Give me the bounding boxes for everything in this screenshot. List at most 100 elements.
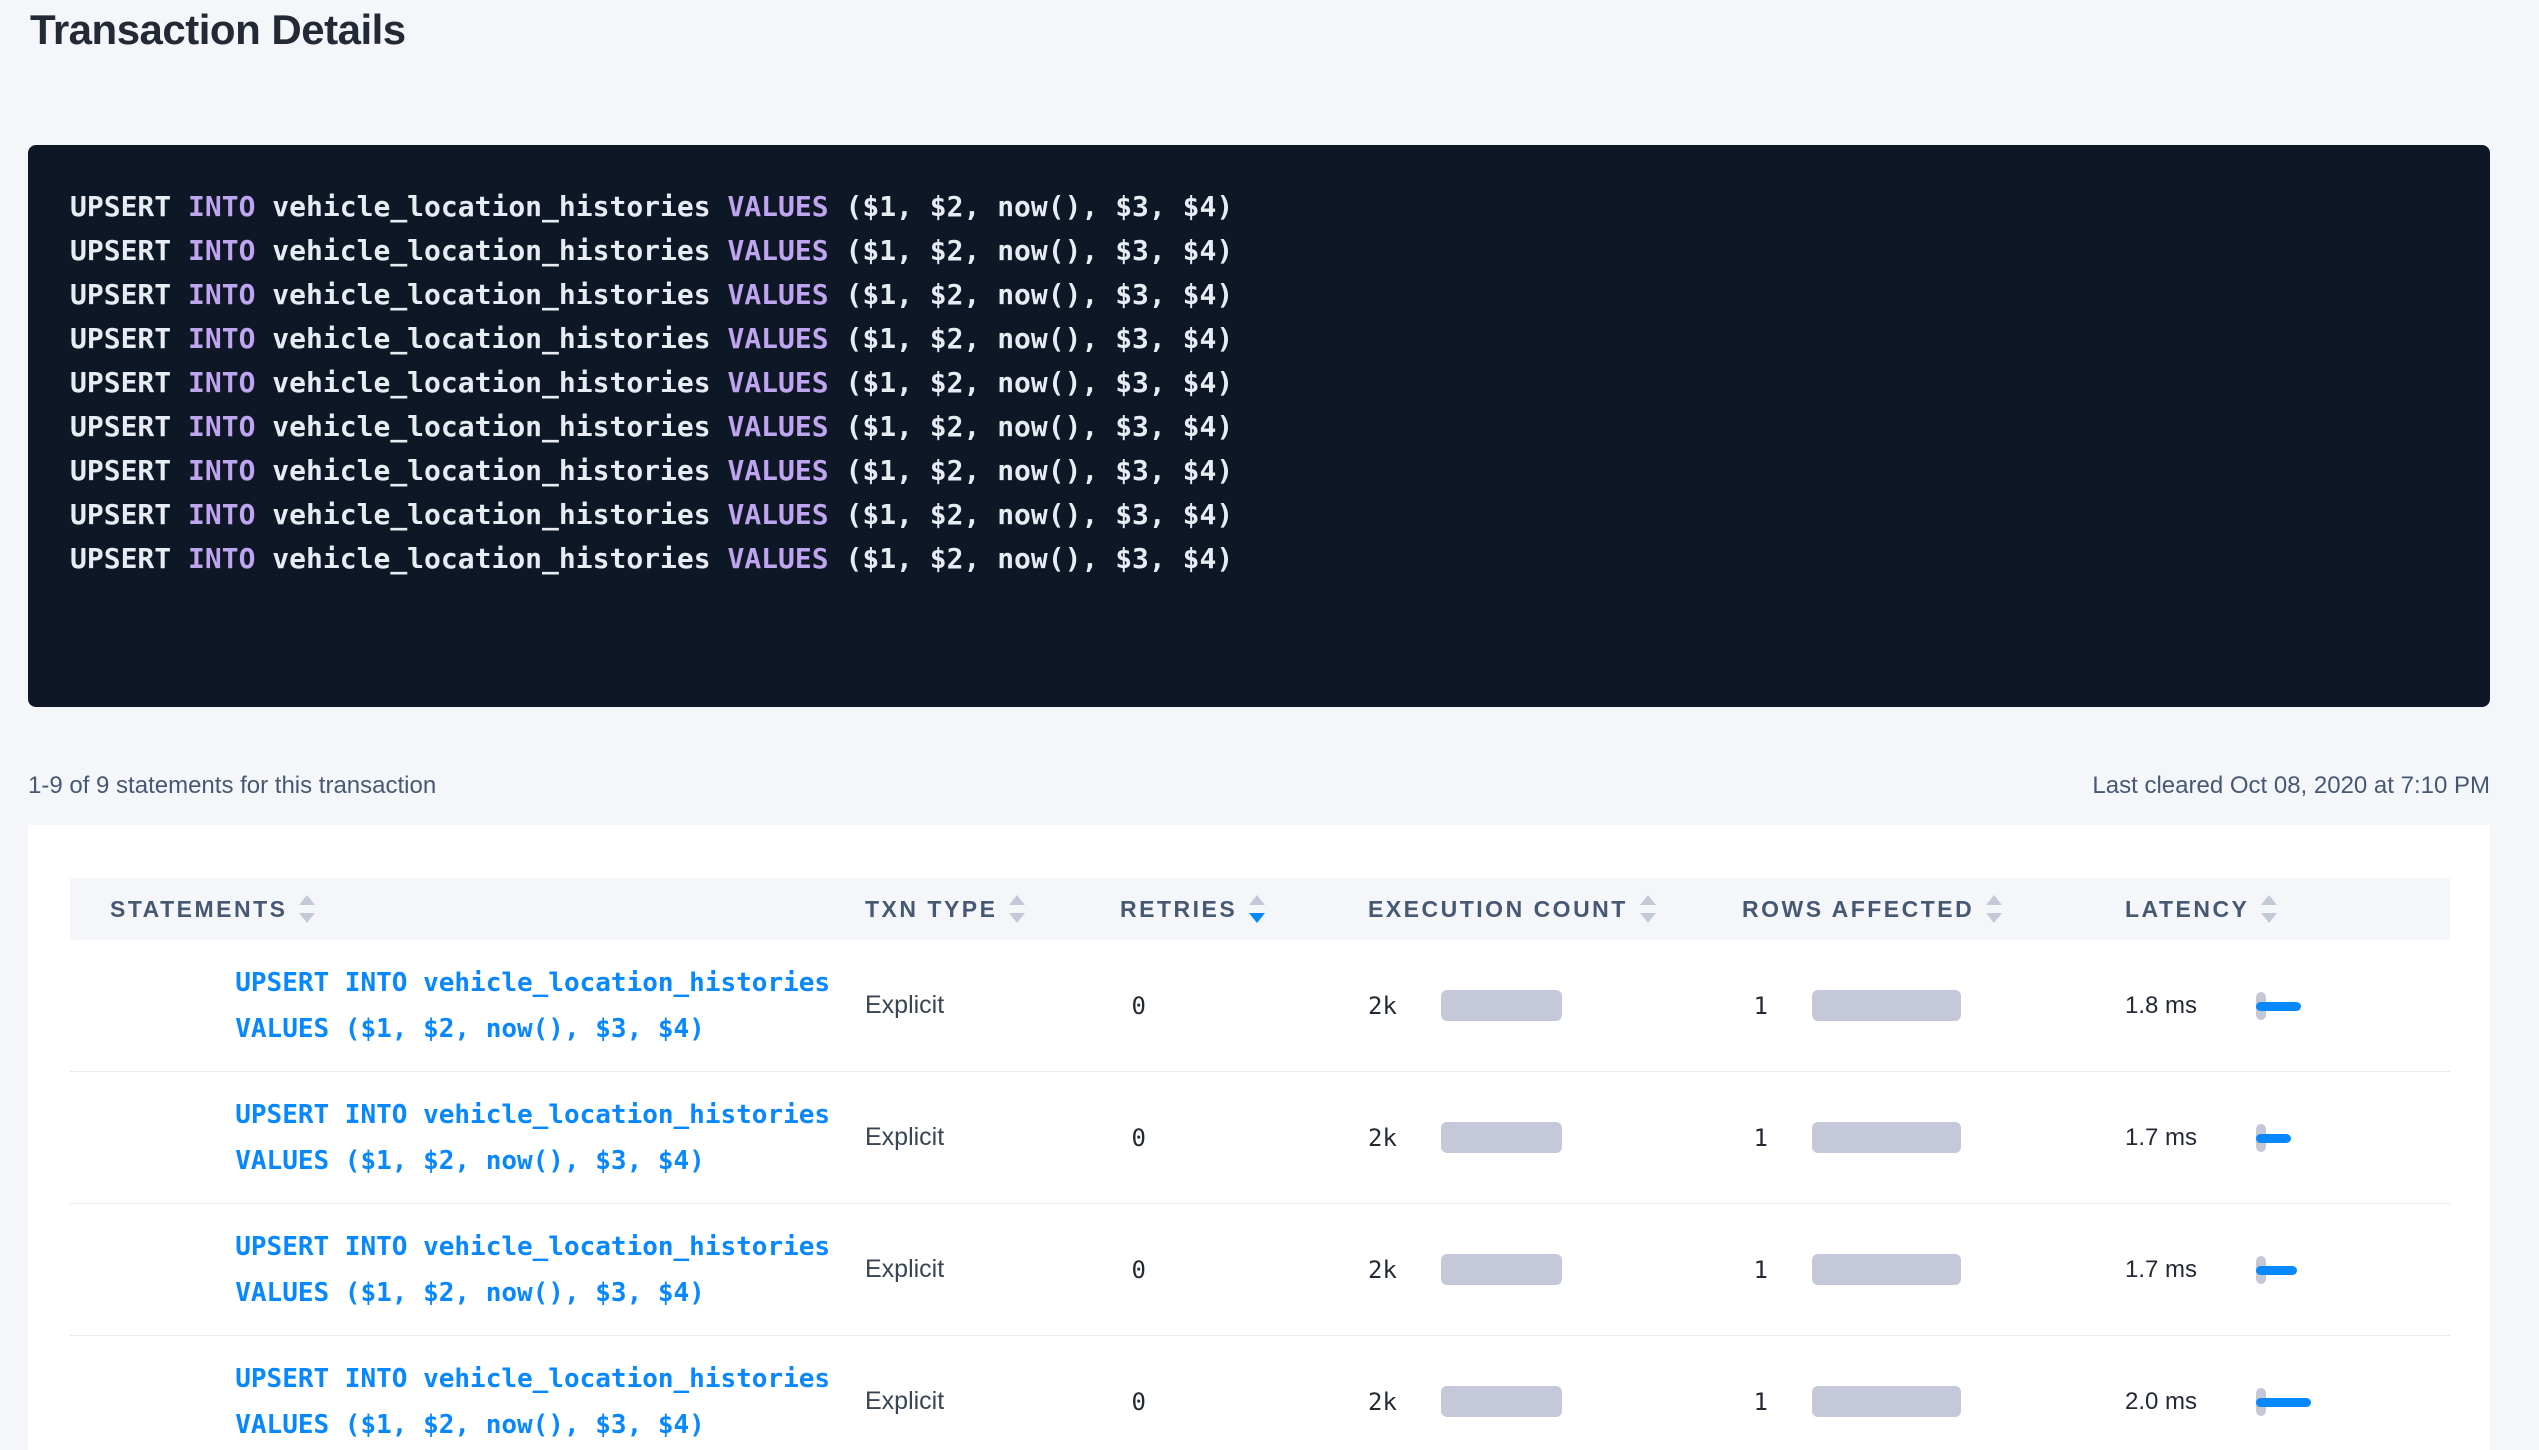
sort-ascending-icon[interactable] xyxy=(1009,895,1025,905)
txn-type-cell: Explicit xyxy=(865,1123,1120,1152)
sort-descending-icon[interactable] xyxy=(2261,913,2277,923)
table-row: UPSERT INTO vehicle_location_histories V… xyxy=(70,1336,2450,1450)
txn-type-cell: Explicit xyxy=(865,1387,1120,1416)
latency-bar-chart xyxy=(2256,1388,2396,1416)
statements-table-card: STATEMENTS TXN TYPE RETRIES EXECUTION CO… xyxy=(28,825,2490,1450)
rows-affected-value: 1 xyxy=(1742,1256,1768,1284)
sql-statement-line: UPSERT INTO vehicle_location_histories V… xyxy=(70,317,2490,361)
column-header-label: TXN TYPE xyxy=(865,896,997,923)
page-title: Transaction Details xyxy=(30,6,406,54)
sort-descending-icon[interactable] xyxy=(1009,913,1025,923)
execution-count-value: 2k xyxy=(1368,1124,1397,1152)
rows-affected-cell: 1 xyxy=(1742,1386,2125,1417)
sql-statement-line: UPSERT INTO vehicle_location_histories V… xyxy=(70,185,2490,229)
sql-code-block: UPSERT INTO vehicle_location_histories V… xyxy=(28,145,2490,707)
execution-count-cell: 2k xyxy=(1368,1122,1742,1153)
statement-link-line1: UPSERT INTO vehicle_location_histories xyxy=(235,1364,830,1394)
statement-link-line1: UPSERT INTO vehicle_location_histories xyxy=(235,1232,830,1262)
statement-link-line1: UPSERT INTO vehicle_location_histories xyxy=(235,968,830,998)
execution-count-value: 2k xyxy=(1368,1256,1397,1284)
sql-statement-line: UPSERT INTO vehicle_location_histories V… xyxy=(70,405,2490,449)
sort-ascending-icon[interactable] xyxy=(1640,895,1656,905)
latency-bar-chart xyxy=(2256,992,2396,1020)
latency-value: 1.7 ms xyxy=(2125,1124,2230,1152)
rows-affected-cell: 1 xyxy=(1742,1254,2125,1285)
statement-cell: UPSERT INTO vehicle_location_histories V… xyxy=(70,1310,865,1450)
latency-cell: 1.7 ms xyxy=(2125,1256,2450,1284)
txn-type-cell: Explicit xyxy=(865,1255,1120,1284)
latency-cell: 2.0 ms xyxy=(2125,1388,2450,1416)
column-header-label: RETRIES xyxy=(1120,896,1237,923)
execution-count-value: 2k xyxy=(1368,1388,1397,1416)
rows-affected-bar xyxy=(1812,1122,1961,1153)
retries-cell: 0 xyxy=(1120,992,1146,1020)
column-header[interactable]: RETRIES xyxy=(1120,895,1368,923)
sort-descending-icon[interactable] xyxy=(1249,913,1265,923)
statement-link-line2: VALUES ($1, $2, now(), $3, $4) xyxy=(235,1014,705,1044)
last-cleared-text: Last cleared Oct 08, 2020 at 7:10 PM xyxy=(2092,772,2490,800)
sort-ascending-icon[interactable] xyxy=(299,895,315,905)
sql-statement-line: UPSERT INTO vehicle_location_histories V… xyxy=(70,449,2490,493)
sql-statement-line: UPSERT INTO vehicle_location_histories V… xyxy=(70,537,2490,581)
statement-link-line2: VALUES ($1, $2, now(), $3, $4) xyxy=(235,1410,705,1440)
rows-affected-value: 1 xyxy=(1742,992,1768,1020)
rows-affected-bar xyxy=(1812,990,1961,1021)
column-header-label: EXECUTION COUNT xyxy=(1368,896,1628,923)
txn-type-cell: Explicit xyxy=(865,991,1120,1020)
execution-count-cell: 2k xyxy=(1368,1386,1742,1417)
sort-arrows-icon[interactable] xyxy=(1986,895,2002,923)
sql-code-lines: UPSERT INTO vehicle_location_histories V… xyxy=(70,185,2490,581)
column-header-label: ROWS AFFECTED xyxy=(1742,896,1974,923)
latency-value: 1.8 ms xyxy=(2125,992,2230,1020)
sort-arrows-icon[interactable] xyxy=(2261,895,2277,923)
rows-affected-value: 1 xyxy=(1742,1124,1768,1152)
latency-bar xyxy=(2256,1266,2297,1275)
latency-value: 1.7 ms xyxy=(2125,1256,2230,1284)
statements-count-text: 1-9 of 9 statements for this transaction xyxy=(28,772,436,800)
latency-bar xyxy=(2256,1002,2301,1011)
statement-link[interactable]: UPSERT INTO vehicle_location_histories V… xyxy=(110,1310,865,1450)
execution-count-bar xyxy=(1441,1122,1562,1153)
latency-bar xyxy=(2256,1134,2291,1143)
sort-ascending-icon[interactable] xyxy=(1249,895,1265,905)
sql-statement-line: UPSERT INTO vehicle_location_histories V… xyxy=(70,229,2490,273)
sort-ascending-icon[interactable] xyxy=(2261,895,2277,905)
latency-cell: 1.8 ms xyxy=(2125,992,2450,1020)
retries-cell: 0 xyxy=(1120,1256,1146,1284)
statement-link-line2: VALUES ($1, $2, now(), $3, $4) xyxy=(235,1146,705,1176)
execution-count-cell: 2k xyxy=(1368,990,1742,1021)
retries-cell: 0 xyxy=(1120,1388,1146,1416)
statements-summary-bar: 1-9 of 9 statements for this transaction… xyxy=(28,772,2490,800)
rows-affected-bar xyxy=(1812,1386,1961,1417)
statement-link-line1: UPSERT INTO vehicle_location_histories xyxy=(235,1100,830,1130)
sql-statement-line: UPSERT INTO vehicle_location_histories V… xyxy=(70,493,2490,537)
latency-cell: 1.7 ms xyxy=(2125,1124,2450,1152)
sort-arrows-icon[interactable] xyxy=(1640,895,1656,923)
rows-affected-cell: 1 xyxy=(1742,990,2125,1021)
latency-value: 2.0 ms xyxy=(2125,1388,2230,1416)
execution-count-bar xyxy=(1441,1386,1562,1417)
latency-bar-chart xyxy=(2256,1256,2396,1284)
column-header[interactable]: TXN TYPE xyxy=(865,895,1120,923)
latency-bar xyxy=(2256,1398,2311,1407)
column-header[interactable]: EXECUTION COUNT xyxy=(1368,895,1742,923)
execution-count-cell: 2k xyxy=(1368,1254,1742,1285)
sort-descending-icon[interactable] xyxy=(1640,913,1656,923)
column-header-label: LATENCY xyxy=(2125,896,2249,923)
column-header[interactable]: LATENCY xyxy=(2125,895,2450,923)
sort-arrows-icon[interactable] xyxy=(1009,895,1025,923)
statement-link-line2: VALUES ($1, $2, now(), $3, $4) xyxy=(235,1278,705,1308)
latency-bar-chart xyxy=(2256,1124,2396,1152)
retries-cell: 0 xyxy=(1120,1124,1146,1152)
column-header[interactable]: ROWS AFFECTED xyxy=(1742,895,2125,923)
execution-count-bar xyxy=(1441,1254,1562,1285)
rows-affected-cell: 1 xyxy=(1742,1122,2125,1153)
execution-count-bar xyxy=(1441,990,1562,1021)
rows-affected-value: 1 xyxy=(1742,1388,1768,1416)
sort-descending-icon[interactable] xyxy=(1986,913,2002,923)
sql-statement-line: UPSERT INTO vehicle_location_histories V… xyxy=(70,273,2490,317)
rows-affected-bar xyxy=(1812,1254,1961,1285)
sql-statement-line: UPSERT INTO vehicle_location_histories V… xyxy=(70,361,2490,405)
sort-ascending-icon[interactable] xyxy=(1986,895,2002,905)
sort-arrows-icon[interactable] xyxy=(1249,895,1265,923)
